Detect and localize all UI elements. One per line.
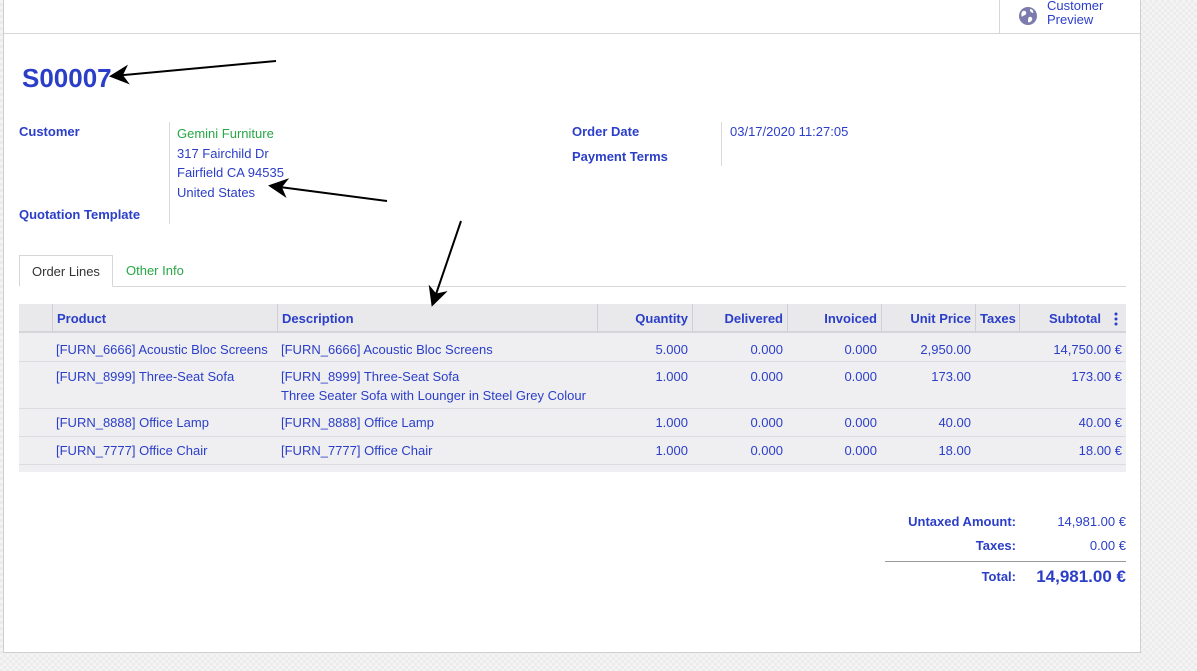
field-divider bbox=[169, 122, 170, 224]
column-header-subtotal[interactable]: Subtotal bbox=[1019, 304, 1105, 333]
kebab-menu-icon[interactable] bbox=[1113, 312, 1119, 326]
table-header: Product Description Quantity Delivered I… bbox=[19, 304, 1126, 333]
column-header-taxes[interactable]: Taxes bbox=[975, 304, 1019, 333]
cell-delivered: 0.000 bbox=[750, 443, 783, 458]
field-divider bbox=[721, 122, 722, 166]
quotation-template-label: Quotation Template bbox=[19, 207, 141, 222]
total-value: 14,981.00 € bbox=[1036, 567, 1126, 586]
column-header-quantity[interactable]: Quantity bbox=[597, 304, 692, 333]
cell-subtotal: 40.00 € bbox=[1078, 415, 1122, 430]
order-date-value[interactable]: 03/17/2020 11:27:05 bbox=[730, 124, 848, 139]
column-header-product[interactable]: Product bbox=[52, 304, 277, 333]
tab-other-info[interactable]: Other Info bbox=[114, 255, 196, 287]
customer-preview-button[interactable]: Customer Preview bbox=[999, 0, 1141, 34]
column-header-description[interactable]: Description bbox=[277, 304, 597, 333]
totals-divider bbox=[885, 561, 1126, 562]
cell-unit-price: 18.00 bbox=[938, 443, 971, 458]
cell-delivered: 0.000 bbox=[750, 415, 783, 430]
untaxed-amount-label: Untaxed Amount: bbox=[908, 514, 1016, 529]
column-header-unit-price[interactable]: Unit Price bbox=[881, 304, 975, 333]
cell-quantity: 1.000 bbox=[655, 443, 688, 458]
column-header-delivered[interactable]: Delivered bbox=[692, 304, 787, 333]
sales-order-form: Customer Preview S00007 Customer Gemini … bbox=[3, 0, 1141, 653]
customer-address: Gemini Furniture 317 Fairchild Dr Fairfi… bbox=[177, 124, 284, 202]
cell-subtotal: 173.00 € bbox=[1071, 369, 1122, 384]
cell-quantity: 1.000 bbox=[655, 369, 688, 384]
cell-invoiced: 0.000 bbox=[844, 369, 877, 384]
column-header-invoiced[interactable]: Invoiced bbox=[787, 304, 881, 333]
cell-unit-price: 2,950.00 bbox=[920, 342, 971, 357]
total-label: Total: bbox=[981, 569, 1016, 584]
cell-description: [FURN_8999] Three-Seat Sofa bbox=[281, 369, 460, 384]
cell-description: [FURN_8888] Office Lamp bbox=[281, 415, 434, 430]
taxes-row: Taxes: 0.00 € bbox=[885, 538, 1126, 560]
cell-delivered: 0.000 bbox=[750, 369, 783, 384]
cell-subtotal: 14,750.00 € bbox=[1053, 342, 1122, 357]
customer-street: 317 Fairchild Dr bbox=[177, 145, 269, 161]
column-divider bbox=[52, 304, 53, 333]
customer-country: United States bbox=[177, 184, 256, 200]
customer-preview-label: Customer Preview bbox=[1047, 0, 1104, 27]
cell-product: [FURN_7777] Office Chair bbox=[56, 443, 208, 458]
payment-terms-label: Payment Terms bbox=[572, 149, 668, 164]
table-body: [FURN_6666] Acoustic Bloc Screens [FURN_… bbox=[19, 333, 1126, 472]
cell-quantity: 1.000 bbox=[655, 415, 688, 430]
untaxed-amount-value: 14,981.00 € bbox=[1057, 514, 1126, 529]
cell-product: [FURN_8888] Office Lamp bbox=[56, 415, 209, 430]
customer-city: Fairfield CA 94535 bbox=[177, 165, 284, 180]
cell-subtotal: 18.00 € bbox=[1078, 443, 1122, 458]
order-date-label: Order Date bbox=[572, 124, 640, 139]
form-button-box: Customer Preview bbox=[4, 0, 1140, 34]
cell-description: [FURN_6666] Acoustic Bloc Screens bbox=[281, 342, 493, 357]
cell-description: [FURN_7777] Office Chair bbox=[281, 443, 433, 458]
cell-invoiced: 0.000 bbox=[844, 342, 877, 357]
cell-quantity: 5.000 bbox=[655, 342, 688, 357]
globe-icon bbox=[1019, 7, 1037, 25]
order-number: S00007 bbox=[22, 63, 112, 93]
taxes-value: 0.00 € bbox=[1089, 538, 1126, 553]
table-row[interactable]: [FURN_8888] Office Lamp [FURN_8888] Offi… bbox=[19, 409, 1126, 437]
cell-product: [FURN_6666] Acoustic Bloc Screens bbox=[56, 342, 268, 357]
cell-unit-price: 173.00 bbox=[931, 369, 971, 384]
customer-name-link[interactable]: Gemini Furniture bbox=[177, 124, 284, 144]
cell-invoiced: 0.000 bbox=[844, 415, 877, 430]
table-row[interactable]: [FURN_7777] Office Chair [FURN_7777] Off… bbox=[19, 437, 1126, 465]
untaxed-amount-row: Untaxed Amount: 14,981.00 € bbox=[885, 514, 1126, 536]
notebook-tabs: Order Lines Other Info bbox=[19, 255, 1126, 287]
cell-product: [FURN_8999] Three-Seat Sofa bbox=[56, 369, 235, 384]
table-row[interactable]: [FURN_6666] Acoustic Bloc Screens [FURN_… bbox=[19, 333, 1126, 362]
cell-unit-price: 40.00 bbox=[938, 415, 971, 430]
total-row: Total: 14,981.00 € bbox=[885, 567, 1126, 589]
taxes-label: Taxes: bbox=[975, 538, 1016, 553]
tab-order-lines[interactable]: Order Lines bbox=[19, 255, 113, 287]
table-row[interactable]: [FURN_8999] Three-Seat Sofa [FURN_8999] … bbox=[19, 362, 1126, 409]
cell-description-line2: Three Seater Sofa with Lounger in Steel … bbox=[281, 388, 586, 403]
cell-delivered: 0.000 bbox=[750, 342, 783, 357]
cell-invoiced: 0.000 bbox=[844, 443, 877, 458]
customer-label: Customer bbox=[19, 124, 80, 139]
